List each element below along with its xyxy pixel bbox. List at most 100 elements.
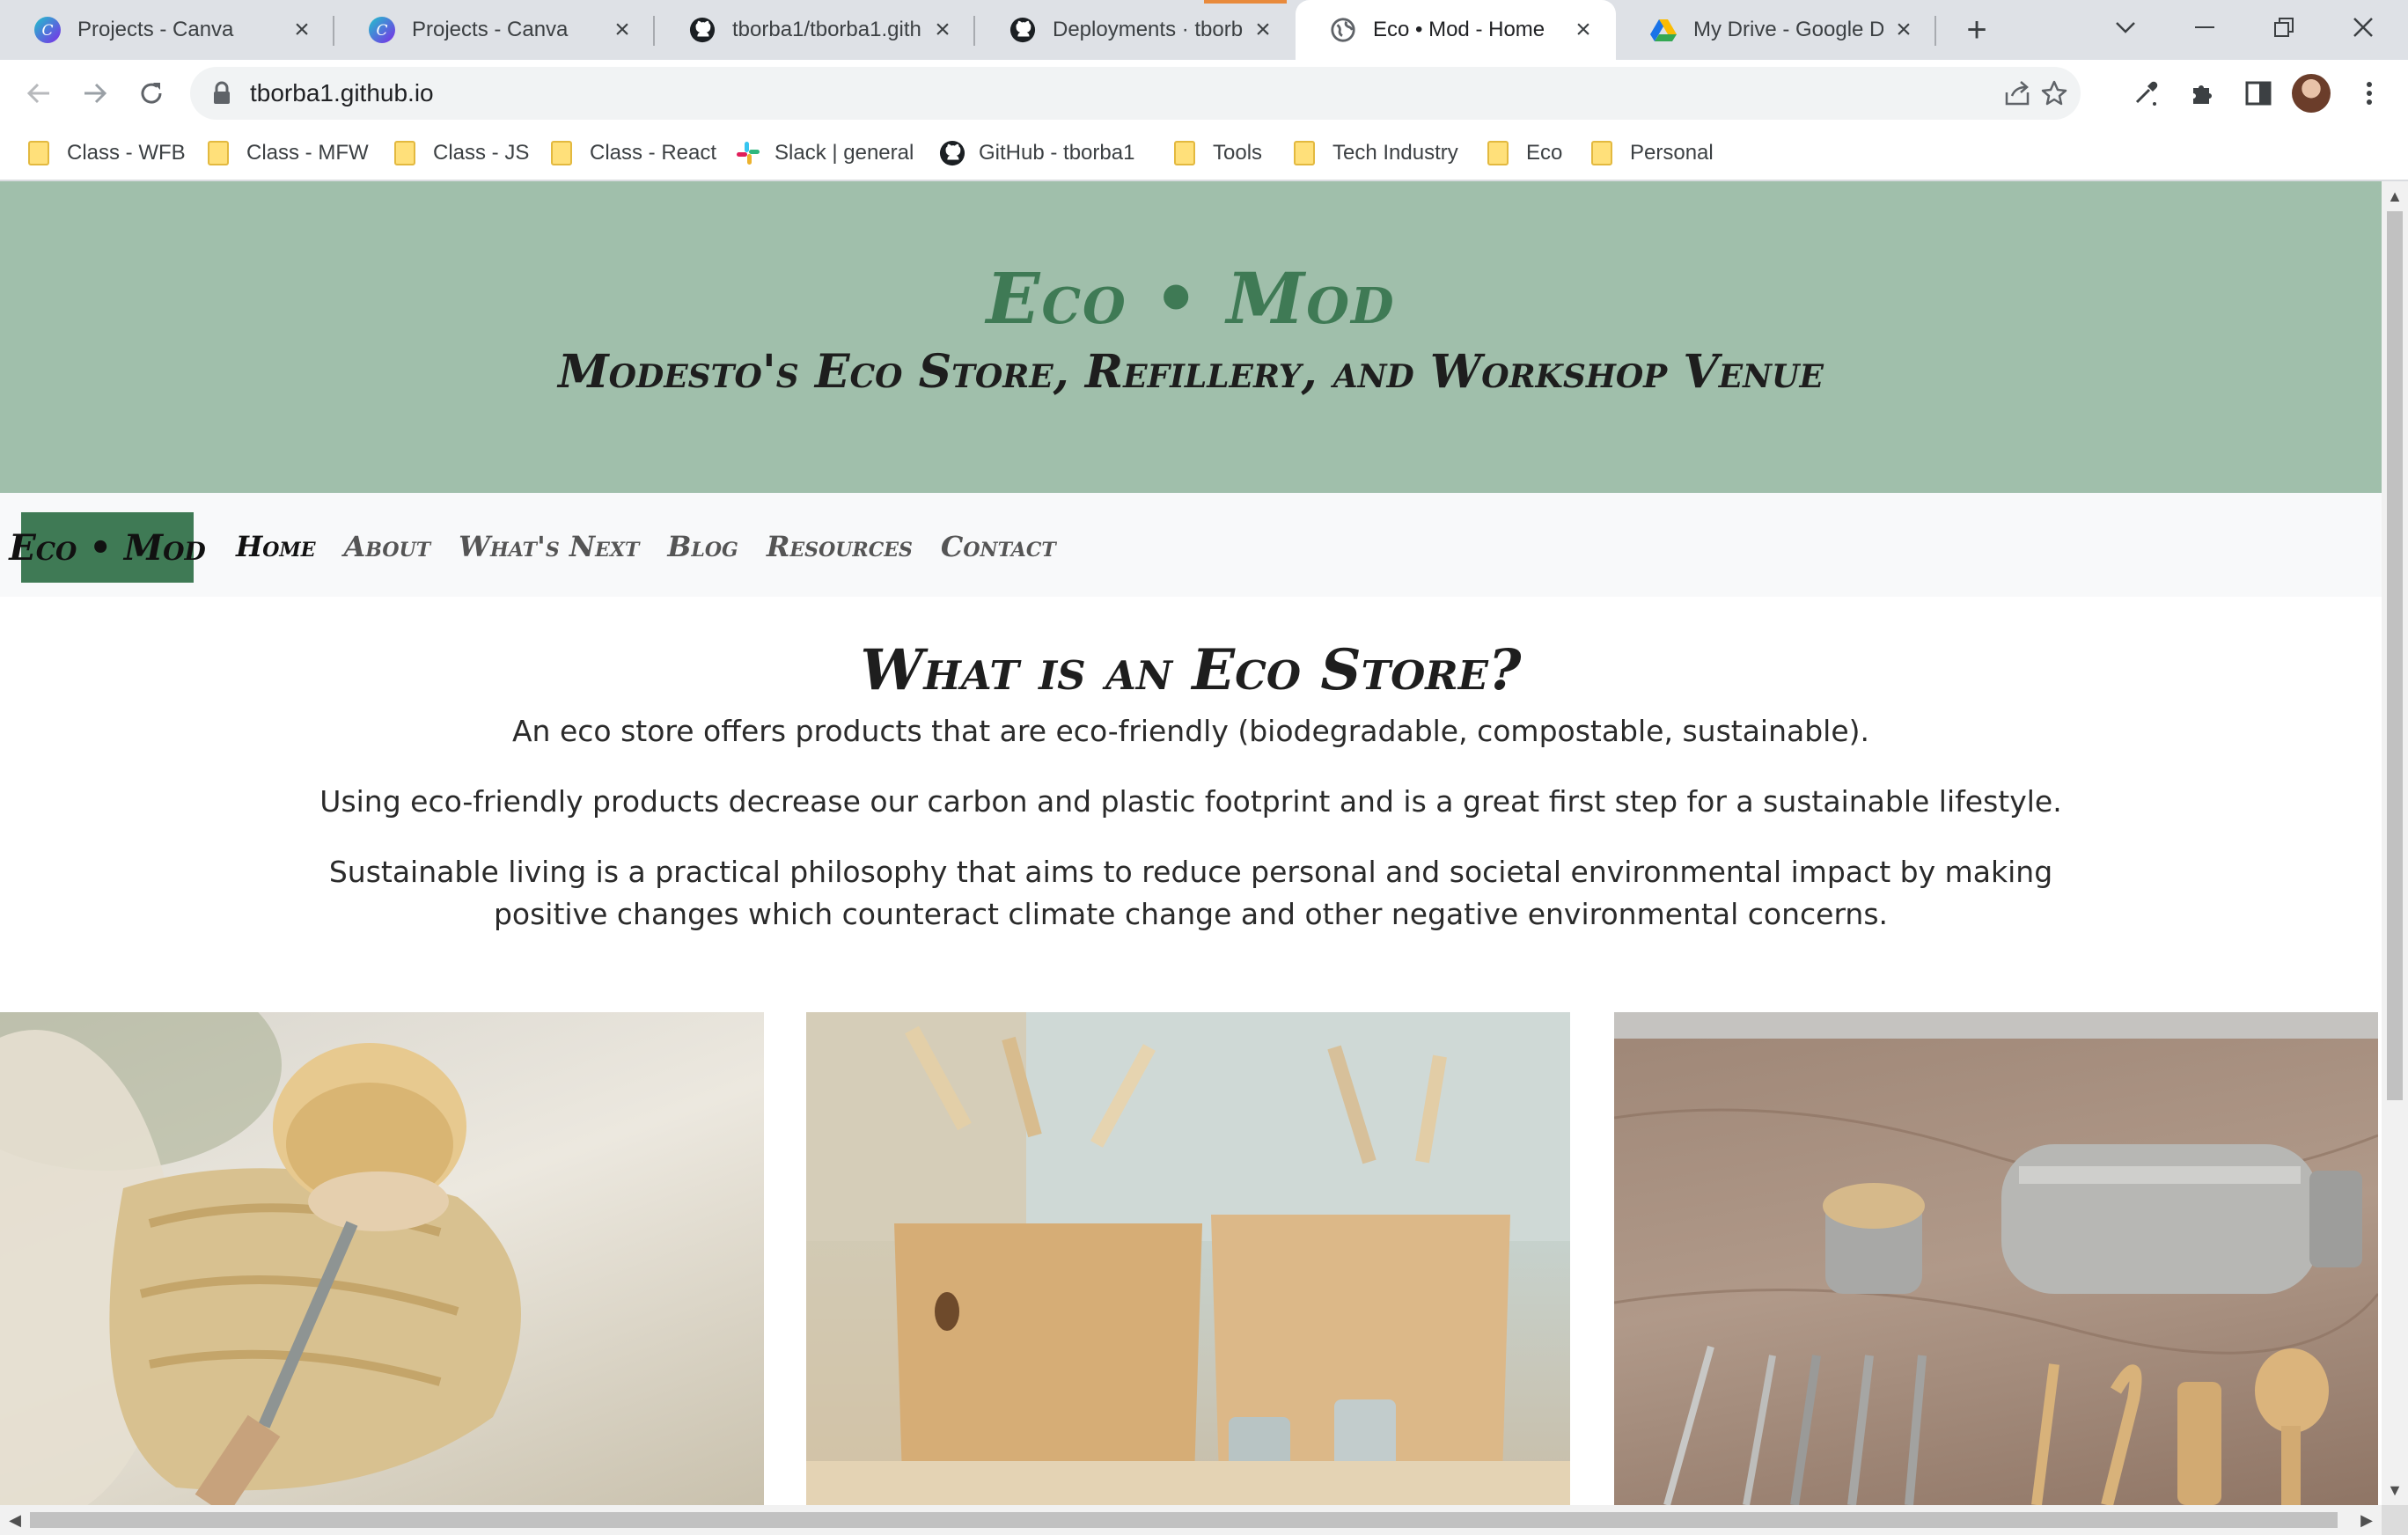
close-icon[interactable]: × xyxy=(1570,15,1597,44)
reload-button[interactable] xyxy=(130,72,173,114)
bookmark-label: Class - WFB xyxy=(67,141,186,165)
navbar-brand[interactable]: Eco • Mod xyxy=(9,512,206,583)
folder-icon xyxy=(1591,141,1612,165)
steel-bottle-cutlery-photo xyxy=(1614,1012,2378,1505)
main-content: What is an Eco Store? An eco store offer… xyxy=(0,597,2382,936)
scroll-right-arrow-icon[interactable]: ▶ xyxy=(2353,1507,2380,1533)
page-viewport: Eco • Mod Modesto's Eco Store, Refillery… xyxy=(0,181,2382,1505)
bookmark-class-wfb[interactable]: Class - WFB xyxy=(28,136,186,171)
scroll-up-arrow-icon[interactable]: ▲ xyxy=(2382,183,2408,209)
hero-title: Eco • Mod xyxy=(986,257,1396,340)
tab-title: Projects - Canva xyxy=(412,18,569,41)
back-button[interactable] xyxy=(18,72,60,114)
bookmark-eco[interactable]: Eco xyxy=(1487,136,1562,171)
philosophy-paragraph: Sustainable living is a practical philos… xyxy=(328,855,2053,931)
bookmark-class-js[interactable]: Class - JS xyxy=(394,136,529,171)
restore-icon xyxy=(2274,18,2294,37)
url-text[interactable]: tborba1.github.io xyxy=(250,79,434,107)
new-tab-button[interactable]: + xyxy=(1957,11,1996,49)
bookmark-label: Eco xyxy=(1526,141,1563,165)
nav-link-contact[interactable]: Contact xyxy=(941,530,1056,563)
close-icon[interactable]: × xyxy=(929,15,956,44)
folder-icon xyxy=(208,141,229,165)
restore-button[interactable] xyxy=(2244,0,2324,55)
canva-icon: C xyxy=(368,16,396,44)
folder-icon xyxy=(551,141,572,165)
scroll-left-arrow-icon[interactable]: ◀ xyxy=(2,1507,28,1533)
tab-eco-mod-home[interactable]: Eco • Mod - Home × xyxy=(1296,0,1616,60)
bookmark-label: Personal xyxy=(1630,141,1714,165)
address-bar[interactable]: tborba1.github.io xyxy=(190,67,2081,120)
nav-link-home[interactable]: Home xyxy=(236,530,316,563)
nav-link-whats-next[interactable]: What's Next xyxy=(459,530,639,563)
nav-link-resources[interactable]: Resources xyxy=(767,530,913,563)
horizontal-scrollbar[interactable]: ◀ ▶ xyxy=(0,1505,2382,1535)
profile-avatar[interactable] xyxy=(2292,74,2331,113)
reload-icon xyxy=(141,83,162,104)
tab-canva-1[interactable]: C Projects - Canva × xyxy=(0,0,334,60)
tab-title: tborba1/tborba1.githu xyxy=(732,18,922,41)
tab-github-repo[interactable]: tborba1/tborba1.githu × xyxy=(655,0,975,60)
bookmark-label: Class - React xyxy=(590,141,717,165)
vertical-scrollbar[interactable]: ▲ ▼ xyxy=(2382,181,2408,1505)
bookmark-class-mfw[interactable]: Class - MFW xyxy=(208,136,369,171)
arrow-left-icon xyxy=(26,83,49,104)
folder-icon xyxy=(1294,141,1315,165)
folder-icon xyxy=(28,141,49,165)
folder-icon xyxy=(394,141,415,165)
vertical-scroll-thumb[interactable] xyxy=(2387,211,2403,1100)
svg-text:C: C xyxy=(376,22,387,40)
close-window-button[interactable] xyxy=(2324,0,2403,55)
side-panel-icon[interactable] xyxy=(2241,76,2276,111)
bookmark-label: Tech Industry xyxy=(1332,141,1458,165)
bookmarks-bar: Class - WFB Class - MFW Class - JS Class… xyxy=(0,127,2408,181)
github-icon xyxy=(1009,16,1037,44)
benefit-paragraph: Using eco-friendly products decrease our… xyxy=(319,784,2062,819)
dish-brush-photo xyxy=(0,1012,764,1505)
tab-canva-2[interactable]: C Projects - Canva × xyxy=(334,0,655,60)
share-icon[interactable] xyxy=(2001,77,2033,109)
puzzle-extensions-icon[interactable] xyxy=(2184,76,2220,111)
close-icon[interactable]: × xyxy=(1890,15,1917,44)
tab-search-button[interactable] xyxy=(2086,0,2165,55)
bookmark-personal[interactable]: Personal xyxy=(1591,136,1714,171)
close-icon[interactable]: × xyxy=(289,15,315,44)
intro-paragraph: An eco store offers products that are ec… xyxy=(511,714,1870,748)
scroll-down-arrow-icon[interactable]: ▼ xyxy=(2382,1477,2408,1503)
bookmark-slack[interactable]: Slack | general xyxy=(734,136,914,171)
bookmark-class-react[interactable]: Class - React xyxy=(551,136,716,171)
bookmark-label: GitHub - tborba1 xyxy=(979,141,1135,165)
scrollbar-corner xyxy=(2382,1505,2408,1535)
nav-link-about[interactable]: About xyxy=(344,530,431,563)
bookmark-github[interactable]: GitHub - tborba1 xyxy=(938,136,1134,171)
star-icon[interactable] xyxy=(2038,77,2070,109)
tab-github-deployments[interactable]: Deployments · tborba × xyxy=(975,0,1296,60)
chevron-down-icon xyxy=(2116,22,2135,33)
menu-kebab-icon[interactable] xyxy=(2352,76,2387,111)
folder-icon xyxy=(1487,141,1509,165)
eyedropper-extension-icon[interactable] xyxy=(2128,76,2163,111)
github-icon xyxy=(938,139,966,167)
tab-google-drive[interactable]: My Drive - Google Dri × xyxy=(1616,0,1936,60)
horizontal-scroll-thumb[interactable] xyxy=(30,1512,2338,1528)
tab-title: My Drive - Google Dri xyxy=(1693,18,1883,41)
canva-icon: C xyxy=(33,16,62,44)
globe-icon xyxy=(1329,16,1357,44)
close-icon[interactable]: × xyxy=(609,15,635,44)
nav-link-blog[interactable]: Blog xyxy=(667,530,738,563)
svg-text:C: C xyxy=(41,22,53,40)
folder-icon xyxy=(1174,141,1195,165)
close-icon[interactable]: × xyxy=(1250,15,1276,44)
bookmark-tools[interactable]: Tools xyxy=(1174,136,1262,171)
bookmark-label: Slack | general xyxy=(775,141,914,165)
arrow-right-icon xyxy=(84,83,107,104)
bookmark-label: Class - JS xyxy=(433,141,530,165)
forward-button[interactable] xyxy=(74,72,116,114)
minimize-button[interactable] xyxy=(2165,0,2244,55)
bamboo-toothbrush-photo xyxy=(806,1012,1570,1505)
bookmark-tech-industry[interactable]: Tech Industry xyxy=(1294,136,1458,171)
lock-icon[interactable] xyxy=(213,81,231,106)
tab-title: Deployments · tborba xyxy=(1053,18,1243,41)
tab-title: Eco • Mod - Home xyxy=(1373,18,1545,41)
nav-links: Home About What's Next Blog Resources Co… xyxy=(236,530,1056,563)
